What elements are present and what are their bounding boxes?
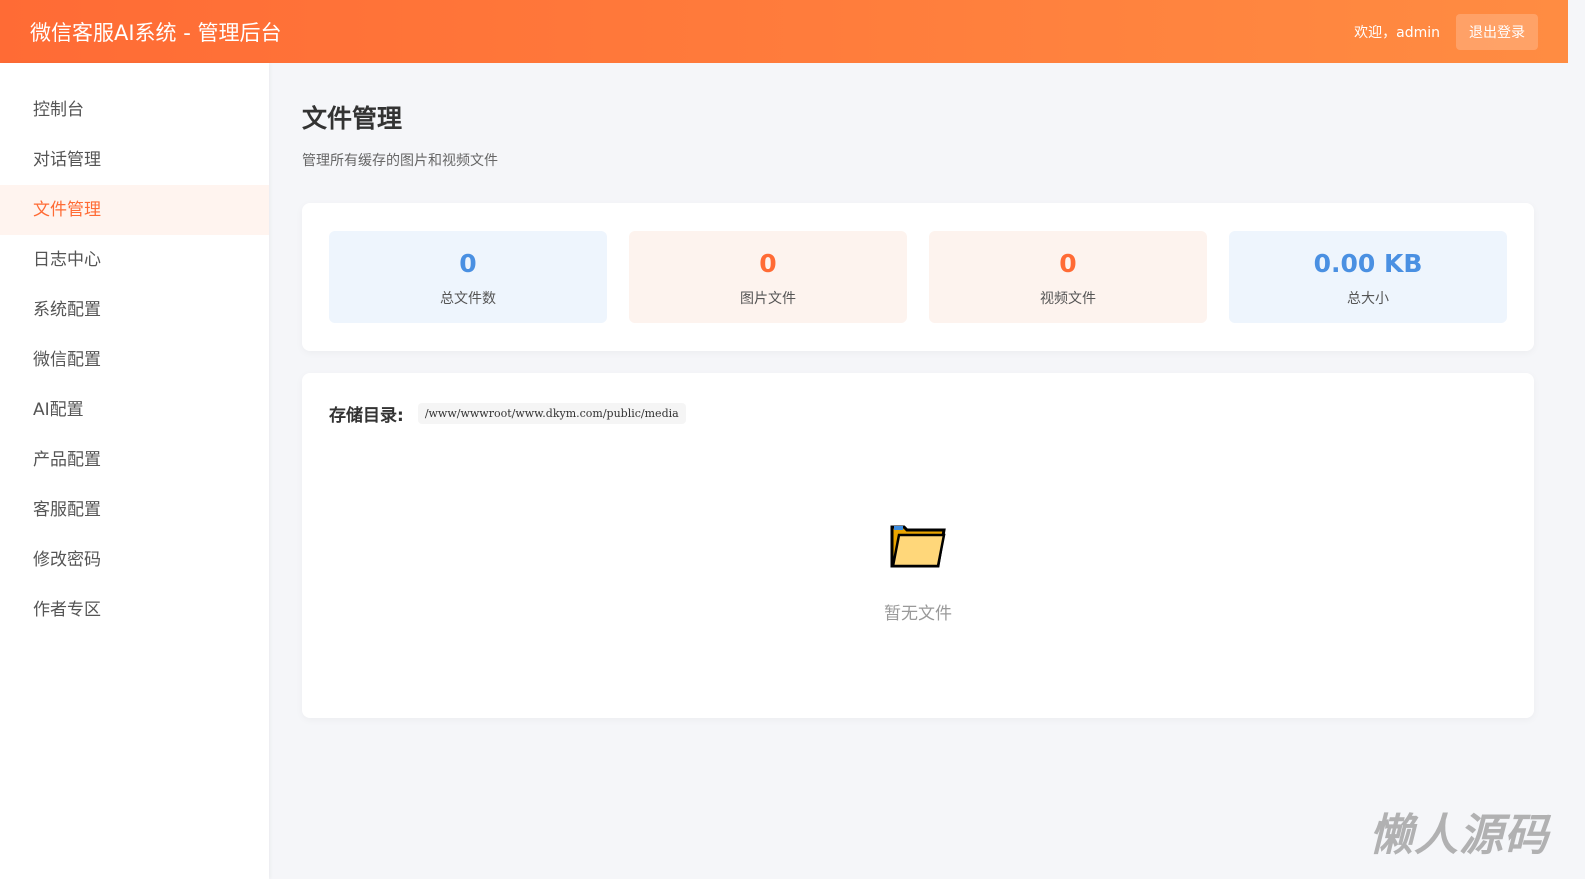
sidebar-item-change-password[interactable]: 修改密码 — [0, 535, 269, 585]
watermark-logo: 懒人源码 — [1369, 810, 1549, 861]
sidebar-item-author[interactable]: 作者专区 — [0, 585, 269, 635]
files-card: 存储目录: /www/wwwroot/www.dkym.com/public/m… — [302, 373, 1534, 718]
stat-video-files: 0 视频文件 — [929, 231, 1207, 323]
stat-value: 0.00 KB — [1313, 249, 1423, 278]
stat-image-files: 0 图片文件 — [629, 231, 907, 323]
directory-label: 存储目录: — [329, 406, 404, 426]
sidebar-item-files[interactable]: 文件管理 — [0, 185, 269, 235]
sidebar-item-ai-config[interactable]: AI配置 — [0, 385, 269, 435]
stat-total-size: 0.00 KB 总大小 — [1229, 231, 1507, 323]
storage-directory: 存储目录: /www/wwwroot/www.dkym.com/public/m… — [329, 401, 1507, 426]
app-title: 微信客服AI系统 - 管理后台 — [30, 20, 282, 45]
stat-value: 0 — [459, 249, 477, 278]
main-content: 文件管理 管理所有缓存的图片和视频文件 0 总文件数 0 图片文件 0 视频文件 0.… — [302, 63, 1534, 718]
sidebar-item-system-config[interactable]: 系统配置 — [0, 285, 269, 335]
sidebar: 控制台 对话管理 文件管理 日志中心 系统配置 微信配置 AI配置 产品配置 客… — [0, 63, 269, 879]
stat-label: 视频文件 — [1040, 291, 1096, 307]
sidebar-item-wechat-config[interactable]: 微信配置 — [0, 335, 269, 385]
top-header: 微信客服AI系统 - 管理后台 欢迎，admin 退出登录 — [0, 0, 1568, 63]
stat-label: 总文件数 — [440, 291, 496, 307]
directory-path: /www/wwwroot/www.dkym.com/public/media — [417, 403, 686, 424]
scrollbar[interactable] — [1568, 0, 1585, 879]
stat-value: 0 — [759, 249, 777, 278]
page-subtitle: 管理所有缓存的图片和视频文件 — [302, 153, 498, 169]
sidebar-item-conversations[interactable]: 对话管理 — [0, 135, 269, 185]
stat-label: 总大小 — [1347, 291, 1389, 307]
stat-label: 图片文件 — [740, 291, 796, 307]
empty-state: 暂无文件 — [302, 523, 1534, 624]
sidebar-item-product-config[interactable]: 产品配置 — [0, 435, 269, 485]
empty-text: 暂无文件 — [884, 604, 952, 624]
sidebar-item-service-config[interactable]: 客服配置 — [0, 485, 269, 535]
page-title: 文件管理 — [302, 104, 403, 133]
sidebar-item-logs[interactable]: 日志中心 — [0, 235, 269, 285]
stats-card: 0 总文件数 0 图片文件 0 视频文件 0.00 KB 总大小 — [302, 203, 1534, 351]
logout-button[interactable]: 退出登录 — [1456, 13, 1538, 50]
welcome-text: 欢迎，admin — [1354, 24, 1440, 41]
stat-total-files: 0 总文件数 — [329, 231, 607, 323]
folder-icon — [890, 525, 946, 568]
stat-value: 0 — [1059, 249, 1077, 278]
sidebar-item-dashboard[interactable]: 控制台 — [0, 85, 269, 135]
